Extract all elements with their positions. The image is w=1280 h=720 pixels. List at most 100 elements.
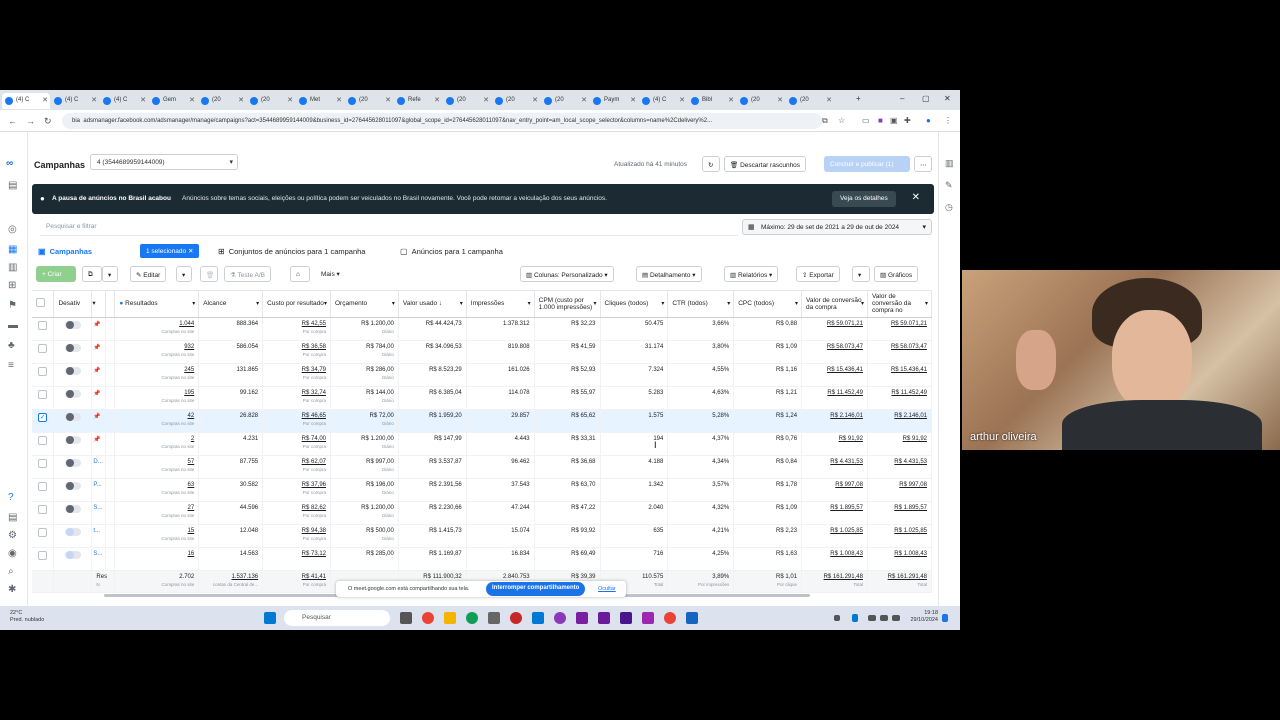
table-row[interactable]: 📌 195 Compras no site 99.162 R$ 32,74 Por com…	[32, 386, 933, 410]
row-toggle-cell[interactable]	[53, 501, 93, 525]
select-all-checkbox[interactable]	[36, 298, 45, 308]
sort-caret-icon[interactable]: ▾	[324, 301, 327, 308]
browser-tab[interactable]: (4) C ✕	[51, 93, 99, 109]
row-toggle-cell[interactable]	[53, 386, 93, 410]
budget-cell[interactable]: R$ 285,00	[330, 547, 399, 571]
breakdown-button[interactable]: ▤ Detalhamento ▾	[636, 266, 702, 282]
budget-cell[interactable]: R$ 144,00 Diário	[330, 386, 399, 410]
row-toggle-cell[interactable]	[53, 409, 93, 433]
tray-chevron-icon[interactable]	[834, 615, 840, 621]
extension-purple-icon[interactable]: ■	[878, 116, 883, 125]
start-menu-icon[interactable]	[264, 612, 276, 624]
account-overview-icon[interactable]: ▤	[8, 180, 17, 191]
new-tab-button[interactable]: +	[856, 94, 861, 103]
conv2-value[interactable]: R$ 11.452,49	[891, 390, 927, 396]
cpr-value[interactable]: R$ 94,38	[302, 528, 326, 534]
row-name-cell[interactable]: 📌	[91, 409, 107, 433]
cpr-value[interactable]: R$ 62,07	[302, 459, 326, 465]
results-value[interactable]: 1.044	[179, 321, 194, 327]
browser-tab[interactable]: (20 ✕	[541, 93, 589, 109]
row-checkbox[interactable]	[38, 435, 48, 445]
pin-icon[interactable]: 📌	[93, 437, 100, 443]
row-select-cell[interactable]	[32, 317, 55, 341]
bookmark-star-icon[interactable]: ☆	[838, 116, 845, 125]
campaigns-nav-icon[interactable]: ▦	[8, 244, 17, 255]
cpr-value[interactable]: R$ 34,79	[302, 367, 326, 373]
tab-close-icon[interactable]: ✕	[385, 96, 391, 104]
browser-tab[interactable]: (20 ✕	[443, 93, 491, 109]
edit-dropdown[interactable]: ▾	[176, 266, 192, 282]
outlook-icon[interactable]	[532, 612, 544, 624]
taskbar-clock[interactable]: 19:18 29/10/2024	[910, 610, 938, 624]
pin-icon[interactable]: 📌	[93, 391, 100, 397]
charts-button[interactable]: ▨ Gráficos	[874, 266, 919, 282]
row-select-cell[interactable]	[32, 478, 55, 502]
history-panel-icon[interactable]: ◷	[945, 202, 953, 213]
tab-adsets[interactable]: ⊞ Conjuntos de anúncios para 1 campanha	[218, 242, 365, 262]
browser-tab[interactable]: Refe ✕	[394, 93, 442, 109]
browser-menu-icon[interactable]: ⋮	[944, 116, 952, 125]
header-cost-per-result[interactable]: Custo por resultado ▾	[262, 291, 331, 318]
row-name-cell[interactable]: 📌	[91, 363, 107, 387]
notifications-icon[interactable]: ◉	[8, 548, 17, 559]
budget-cell[interactable]: R$ 997,00 Diário	[330, 455, 399, 479]
header-results[interactable]: ● Resultados ▾	[114, 291, 200, 318]
table-row[interactable]: t... 15 Compras no site 12.048 R$ 94,38 Por c…	[32, 524, 933, 548]
delivery-toggle[interactable]	[64, 527, 81, 536]
delivery-toggle[interactable]	[64, 366, 81, 375]
tab-close-icon[interactable]: ✕	[777, 96, 783, 104]
edit-button[interactable]: ✎ Editar	[130, 266, 167, 282]
row-toggle-cell[interactable]	[53, 363, 93, 387]
row-checkbox[interactable]	[38, 320, 48, 330]
browser-tab[interactable]: (4) C ✕	[639, 93, 687, 109]
tab-close-icon[interactable]: ✕	[630, 96, 636, 104]
export-dropdown[interactable]: ▾	[852, 266, 870, 282]
budget-cell[interactable]: R$ 1.200,00 Diário	[330, 501, 399, 525]
delivery-toggle[interactable]	[64, 320, 81, 329]
results-value[interactable]: 195	[184, 390, 194, 396]
browser-tab[interactable]: Bibl ✕	[688, 93, 736, 109]
header-budget[interactable]: Orçamento ▾	[330, 291, 399, 318]
sort-caret-icon[interactable]: ▾	[192, 301, 195, 308]
url-field[interactable]: bia adsmanager.facebook.com/adsmanager/m…	[62, 113, 822, 129]
row-toggle-cell[interactable]	[53, 317, 93, 341]
all-tools-icon[interactable]: ≡	[8, 360, 14, 371]
banner-details-button[interactable]: Veja os detalhes	[832, 191, 896, 207]
ab-test-button[interactable]: ⚗ Teste A/B	[224, 266, 271, 282]
tab-close-icon[interactable]: ✕	[287, 96, 293, 104]
row-name-cell[interactable]: 📌	[91, 432, 107, 456]
browser-tab[interactable]: (20 ✕	[737, 93, 785, 109]
account-selector[interactable]: 4 (3544689959144009) ▾	[90, 154, 238, 170]
tab-close-icon[interactable]: ✕	[483, 96, 489, 104]
banner-close-icon[interactable]: ✕	[912, 192, 920, 203]
row-toggle-cell[interactable]	[53, 340, 93, 364]
app-profile-icon[interactable]	[598, 612, 610, 624]
conv-value[interactable]: R$ 15.436,41	[827, 367, 863, 373]
table-row[interactable]: D... 57 Compras no site 87.755 R$ 62,07 Por c…	[32, 455, 933, 479]
table-row[interactable]: S... 16 14.563 R$ 73,12 R$ 285,00 R$ 1.169,87…	[32, 547, 933, 571]
table-row[interactable]: 📌 2 Compras no site 4.231 R$ 74,00 Por compra…	[32, 432, 933, 456]
pin-icon[interactable]: 📌	[93, 345, 100, 351]
taskbar-search[interactable]: Pesquisar	[284, 610, 390, 626]
wifi-icon[interactable]	[868, 615, 876, 621]
maximize-icon[interactable]: ▢	[922, 94, 930, 103]
browser-tab[interactable]: (20 ✕	[198, 93, 246, 109]
table-row[interactable]: ✓ 📌 42 Compras no site 26.828 R$ 46,65 Por com…	[32, 409, 933, 433]
tab-close-icon[interactable]: ✕	[91, 96, 97, 104]
volume-icon[interactable]	[880, 615, 888, 621]
cpr-value[interactable]: R$ 46,65	[302, 413, 326, 419]
audiences-nav-icon[interactable]: ⊞	[8, 280, 16, 291]
table-row[interactable]: P... 63 Compras no site 30.582 R$ 37,96 Por c…	[32, 478, 933, 502]
row-select-cell[interactable]	[32, 386, 55, 410]
conv-value[interactable]: R$ 1.008,43	[830, 551, 863, 557]
hide-share-bar-link[interactable]: Ocultar	[598, 586, 616, 592]
budget-cell[interactable]: R$ 500,00 Diário	[330, 524, 399, 548]
weather-widget[interactable]: 22°C Pred. nublado	[10, 610, 44, 624]
tab-close-icon[interactable]: ✕	[238, 96, 244, 104]
app-profile-3-icon[interactable]	[642, 612, 654, 624]
conv-value[interactable]: R$ 1.025,85	[830, 528, 863, 534]
results-value[interactable]: 15	[188, 528, 195, 534]
search-filter-input[interactable]: Pesquisar e filtrar	[40, 218, 738, 236]
browser-tab[interactable]: (4) C ✕	[100, 93, 148, 109]
duplicate-button[interactable]: ⧉	[82, 266, 102, 282]
